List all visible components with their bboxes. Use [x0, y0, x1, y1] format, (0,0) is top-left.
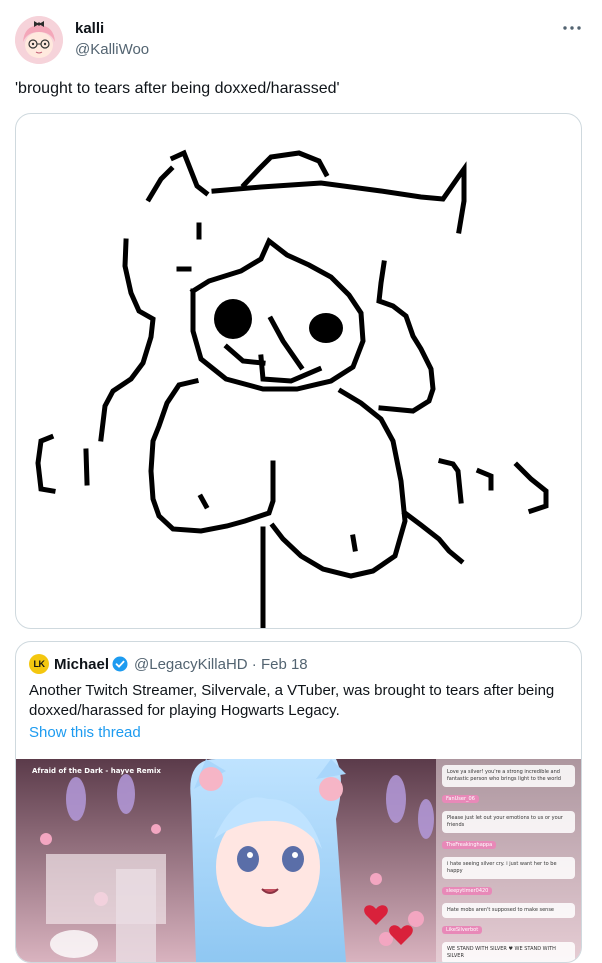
chat-panel: Love ya silver! you're a strong incredib… — [436, 759, 581, 962]
pixel-drawing-eyes — [214, 299, 343, 343]
chat-username: FanUser_06 — [442, 795, 479, 803]
quote-author-handle[interactable]: @LegacyKillaHD — [134, 656, 248, 673]
author-handle[interactable]: @KalliWoo — [75, 41, 149, 58]
verified-badge-icon — [112, 656, 128, 672]
chat-message: Love ya silver! you're a strong incredib… — [442, 765, 575, 787]
author-avatar[interactable] — [15, 16, 63, 64]
quote-author-name[interactable]: Michael — [54, 656, 109, 673]
stream-title: Afraid of the Dark - hayve Remix — [32, 767, 161, 775]
meta-separator: · — [251, 656, 257, 673]
quote-image[interactable]: Afraid of the Dark - hayve Remix Love ya… — [16, 759, 581, 962]
quoted-tweet[interactable]: LK Michael @LegacyKillaHD · Feb 18 Anoth… — [15, 641, 582, 963]
author-name[interactable]: kalli — [75, 20, 104, 37]
show-thread-link[interactable]: Show this thread — [29, 724, 141, 741]
chat-message: Hate mobs aren't supposed to make sense — [442, 903, 575, 918]
chat-username: LikeSilverbot — [442, 926, 483, 934]
avatar-illustration — [15, 16, 63, 64]
chat-message: WE STAND WITH SILVER ♥ WE STAND WITH SIL… — [442, 942, 575, 962]
tweet-text: 'brought to tears after being doxxed/har… — [15, 80, 340, 97]
quote-meta: @LegacyKillaHD · Feb 18 — [134, 656, 308, 673]
quote-author-avatar[interactable]: LK — [29, 654, 49, 674]
quote-text: Another Twitch Streamer, Silvervale, a V… — [29, 682, 555, 719]
chat-message: Please just let out your emotions to us … — [442, 811, 575, 833]
chat-username: TheFreakinghappa — [442, 841, 497, 849]
tweet: kalli @KalliWoo 'brought to tears after … — [0, 0, 602, 963]
chat-username: sleepytimer0420 — [442, 887, 493, 895]
quote-date[interactable]: Feb 18 — [261, 656, 308, 673]
more-horizontal-icon[interactable] — [560, 18, 584, 38]
chat-message: i hate seeing silver cry. i just want he… — [442, 857, 575, 879]
tweet-image[interactable] — [15, 113, 582, 629]
